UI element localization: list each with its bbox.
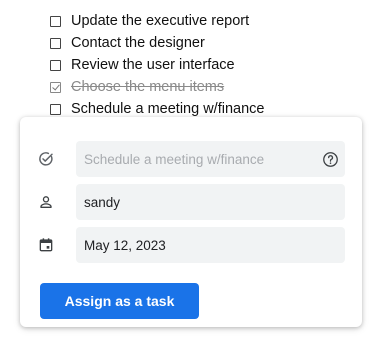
todo-item[interactable]: Update the executive report: [50, 10, 264, 32]
assignee-value: sandy: [84, 194, 121, 210]
todo-label: Schedule a meeting w/finance: [71, 101, 265, 117]
check-circle-icon: [37, 150, 55, 168]
task-title-input[interactable]: [76, 141, 345, 177]
todo-checkbox[interactable]: [50, 59, 61, 71]
todo-label: Choose the menu items: [71, 79, 225, 95]
calendar-icon: [37, 236, 55, 254]
help-circle-icon[interactable]: [321, 150, 339, 168]
assignee-field[interactable]: sandy: [76, 184, 345, 220]
todo-item[interactable]: Choose the menu items: [50, 76, 264, 98]
todo-checkbox[interactable]: [50, 15, 61, 27]
due-date-field[interactable]: May 12, 2023: [76, 227, 345, 263]
todo-label: Review the user interface: [71, 57, 235, 73]
person-icon: [37, 193, 55, 211]
todo-label: Update the executive report: [71, 13, 250, 29]
todo-checkbox[interactable]: [50, 103, 61, 115]
assign-task-panel: sandy May 12, 2023 Assign as a task: [20, 117, 362, 327]
task-title-row: [20, 141, 362, 177]
due-date-value: May 12, 2023: [84, 237, 166, 253]
todo-item[interactable]: Contact the designer: [50, 32, 264, 54]
due-date-row: May 12, 2023: [20, 227, 362, 263]
assign-task-button[interactable]: Assign as a task: [40, 283, 199, 319]
todo-list: Update the executive report Contact the …: [50, 10, 264, 120]
todo-checkbox[interactable]: [50, 81, 61, 93]
todo-checkbox[interactable]: [50, 37, 61, 49]
assignee-row: sandy: [20, 184, 362, 220]
todo-item[interactable]: Review the user interface: [50, 54, 264, 76]
task-assignment-view: Update the executive report Contact the …: [0, 0, 380, 340]
todo-label: Contact the designer: [71, 35, 205, 51]
